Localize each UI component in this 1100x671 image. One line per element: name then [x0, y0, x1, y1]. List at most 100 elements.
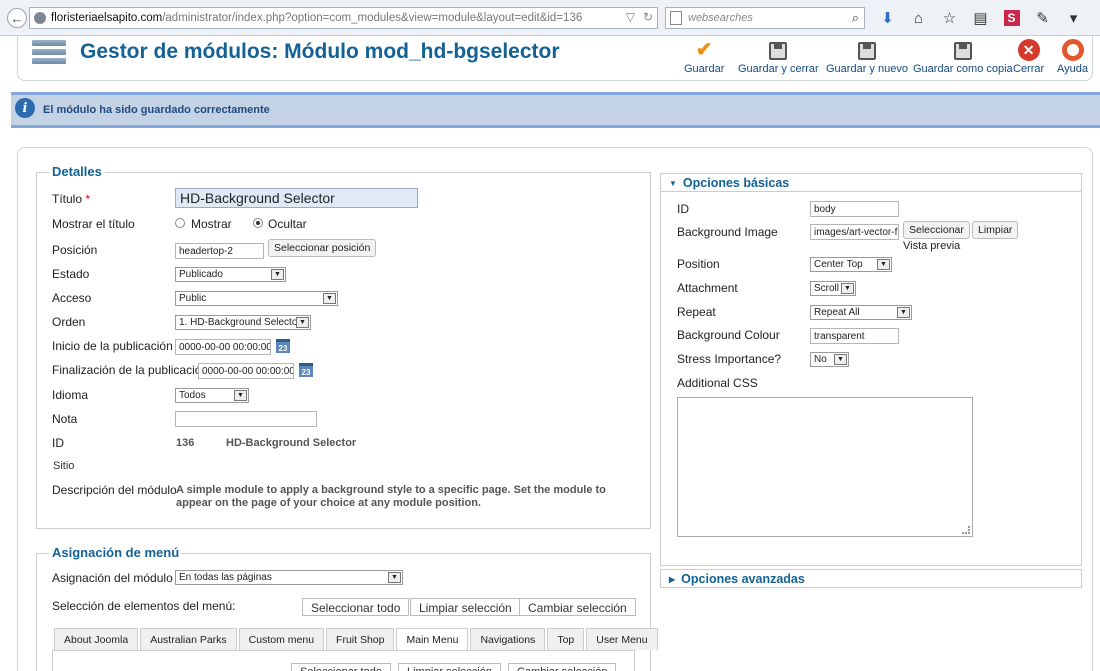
- tab-toggle-selection-button[interactable]: Cambiar selección: [508, 663, 617, 671]
- publish-up-label: Inicio de la publicación: [52, 339, 173, 353]
- show-radio[interactable]: [175, 218, 185, 228]
- select-position-button[interactable]: Seleccionar posición: [268, 239, 377, 257]
- additional-css-textarea[interactable]: [677, 397, 973, 537]
- position-label: Posición: [52, 243, 98, 257]
- tab-main-menu[interactable]: Main Menu: [396, 628, 469, 651]
- menu-dropdown-icon[interactable]: ▾: [1058, 8, 1089, 28]
- save-copy-button[interactable]: Guardar como copia: [913, 36, 1013, 75]
- title-label: Título *: [52, 192, 91, 206]
- admin-toolbar: Gestor de módulos: Módulo mod_hd-bgselec…: [17, 36, 1093, 81]
- stress-select[interactable]: No ▼: [810, 352, 849, 367]
- language-select[interactable]: Todos ▼: [175, 388, 249, 403]
- publish-down-input[interactable]: 0000-00-00 00:00:00: [198, 363, 294, 379]
- module-manager-icon: [32, 40, 66, 70]
- chevron-down-icon: ▼: [897, 307, 910, 318]
- basic-options-header[interactable]: ▼ Opciones básicas: [660, 173, 1082, 192]
- star-icon[interactable]: ☆: [934, 8, 965, 28]
- bg-position-select[interactable]: Center Top ▼: [810, 257, 892, 272]
- bg-image-input[interactable]: images/art-vector-flow: [810, 224, 899, 240]
- tab-select-all-button[interactable]: Seleccionar todo: [291, 663, 391, 671]
- menu-assignment-legend: Asignación de menú: [49, 545, 183, 560]
- resize-grip-icon[interactable]: [962, 526, 970, 534]
- note-label: Nota: [52, 412, 78, 426]
- tab-clear-selection-button[interactable]: Limpiar selección: [398, 663, 501, 671]
- home-icon[interactable]: ⌂: [903, 8, 934, 28]
- advanced-options-header[interactable]: ▶ Opciones avanzadas: [660, 569, 1082, 588]
- help-button[interactable]: Ayuda: [1057, 36, 1088, 75]
- back-arrow-icon[interactable]: ←: [7, 8, 27, 28]
- toggle-selection-button[interactable]: Cambiar selección: [519, 598, 636, 616]
- tab-content: Seleccionar todo Limpiar selección Cambi…: [52, 650, 635, 671]
- close-icon: ✕: [1017, 39, 1040, 61]
- search-engine-icon[interactable]: [670, 11, 682, 25]
- magnifier-icon[interactable]: ⌕: [852, 10, 859, 26]
- floppy-copy-icon: [953, 42, 972, 60]
- note-input[interactable]: [175, 411, 317, 427]
- hide-radio[interactable]: [253, 218, 263, 228]
- save-new-button[interactable]: Guardar y nuevo: [826, 36, 908, 75]
- assignment-select[interactable]: En todas las páginas ▼: [175, 570, 403, 585]
- address-bar[interactable]: floristeriaelsapito.com/administrator/in…: [29, 7, 658, 29]
- access-label: Acceso: [52, 291, 92, 305]
- page-title: Gestor de módulos: Módulo mod_hd-bgselec…: [80, 40, 560, 63]
- tab-custom-menu[interactable]: Custom menu: [238, 628, 325, 650]
- url-text: floristeriaelsapito.com/administrator/in…: [51, 12, 583, 24]
- chevron-down-icon: ▼: [234, 390, 247, 401]
- globe-icon: [34, 12, 46, 24]
- tab-fruit-shop[interactable]: Fruit Shop: [326, 628, 395, 650]
- chevron-down-icon: ▼: [877, 259, 890, 270]
- publish-up-input[interactable]: 0000-00-00 00:00:00: [175, 339, 271, 355]
- clear-selection-button[interactable]: Limpiar selección: [410, 598, 521, 616]
- access-select[interactable]: Public ▼: [175, 291, 338, 306]
- select-all-button[interactable]: Seleccionar todo: [302, 598, 410, 616]
- preview-label: Vista previa: [903, 240, 961, 252]
- chevron-down-icon: ▼: [841, 283, 854, 294]
- menu-selection-label: Selección de elementos del menú:: [52, 599, 236, 613]
- language-label: Idioma: [52, 388, 89, 402]
- download-icon[interactable]: ⬇: [872, 8, 903, 28]
- repeat-label: Repeat: [677, 305, 716, 319]
- calendar-icon[interactable]: 23: [276, 339, 290, 353]
- chevron-down-icon: ▼: [271, 269, 284, 280]
- calendar-icon[interactable]: 23: [299, 363, 313, 377]
- clipboard-icon[interactable]: ▤: [965, 8, 996, 28]
- close-button[interactable]: ✕ Cerrar: [1013, 36, 1044, 75]
- browser-icons: ⬇ ⌂ ☆ ▤ S ✎ ▾: [872, 8, 1089, 28]
- show-title-label: Mostrar el título: [52, 217, 135, 231]
- bg-image-label: Background Image: [677, 225, 778, 239]
- reload-icon[interactable]: ↻: [643, 10, 653, 24]
- tab-about-joomla[interactable]: About Joomla: [54, 628, 139, 650]
- search-input[interactable]: websearches ⌕: [665, 7, 865, 29]
- repeat-select[interactable]: Repeat All ▼: [810, 305, 912, 320]
- assign-label: Asignación del módulo: [52, 571, 173, 585]
- triangle-right-icon: ▶: [669, 575, 676, 584]
- description-label: Descripción del módulo: [52, 483, 177, 497]
- bg-position-label: Position: [677, 257, 720, 271]
- dropdown-arrow-icon[interactable]: ▽: [626, 10, 635, 24]
- bg-colour-input[interactable]: transparent: [810, 328, 899, 344]
- order-select[interactable]: 1. HD-Background Selector ▼: [175, 315, 311, 330]
- checkmark-icon: ✔: [695, 38, 713, 61]
- position-input[interactable]: headertop-2: [175, 243, 264, 259]
- state-select[interactable]: Publicado ▼: [175, 267, 286, 282]
- save-button[interactable]: ✔ Guardar: [684, 36, 724, 76]
- lifebuoy-icon: [1061, 39, 1084, 61]
- tab-australian-parks[interactable]: Australian Parks: [140, 628, 237, 650]
- browser-toolbar: ← floristeriaelsapito.com/administrator/…: [0, 0, 1100, 36]
- id-module-name: HD-Background Selector: [226, 437, 357, 449]
- tab-user-menu[interactable]: User Menu: [586, 628, 658, 650]
- attachment-select[interactable]: Scroll ▼: [810, 281, 856, 296]
- tab-top[interactable]: Top: [547, 628, 585, 650]
- chevron-down-icon: ▼: [388, 572, 401, 583]
- tab-navigations[interactable]: Navigations: [470, 628, 546, 650]
- select-image-button[interactable]: Seleccionar: [903, 221, 970, 239]
- addon-s-icon[interactable]: S: [996, 8, 1027, 28]
- stress-label: Stress Importance?: [677, 352, 782, 366]
- title-input[interactable]: HD-Background Selector: [175, 188, 418, 208]
- tools-icon[interactable]: ✎: [1027, 8, 1058, 28]
- clear-image-button[interactable]: Limpiar: [972, 221, 1019, 239]
- save-close-button[interactable]: Guardar y cerrar: [738, 36, 819, 75]
- id-label: ID: [52, 436, 64, 450]
- order-label: Orden: [52, 315, 86, 329]
- bo-id-input[interactable]: body: [810, 201, 899, 217]
